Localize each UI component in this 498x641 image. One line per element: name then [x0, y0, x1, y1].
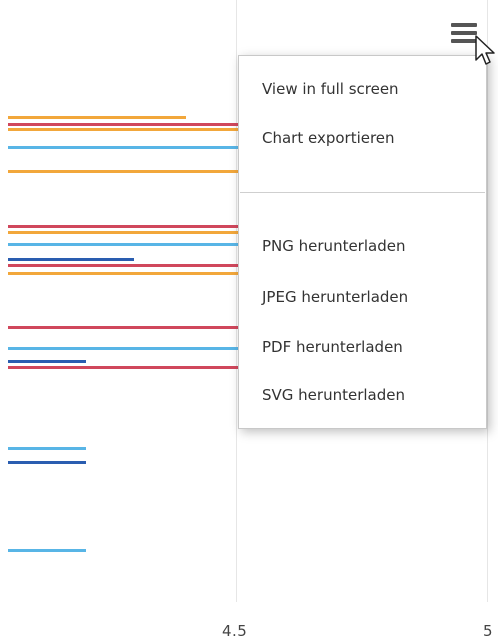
bar-red-9 — [8, 264, 238, 267]
bar-darkblue-8 — [8, 258, 134, 261]
gridline-5 — [487, 0, 488, 602]
menu-item-png-download[interactable]: PNG herunterladen — [262, 237, 405, 255]
hamburger-menu-icon-line — [451, 23, 477, 27]
menu-item-jpeg-download[interactable]: JPEG herunterladen — [262, 288, 408, 306]
bar-darkblue-13 — [8, 360, 86, 363]
bar-red-11 — [8, 326, 238, 329]
chart-context-menu: View in full screen Chart exportieren PN… — [238, 55, 487, 429]
menu-item-pdf-download[interactable]: PDF herunterladen — [262, 338, 403, 356]
menu-item-chart-export[interactable]: Chart exportieren — [262, 129, 395, 147]
menu-separator — [240, 192, 485, 193]
bar-red-1 — [8, 123, 238, 126]
menu-item-view-full-screen[interactable]: View in full screen — [262, 80, 399, 98]
bar-lightblue-17 — [8, 549, 86, 552]
menu-item-svg-download[interactable]: SVG herunterladen — [262, 386, 405, 404]
x-tick-label-4-5: 4.5 — [222, 622, 248, 640]
x-tick-label-5: 5 — [483, 622, 494, 640]
bar-orange-10 — [8, 272, 238, 275]
bar-lightblue-12 — [8, 347, 238, 350]
bar-lightblue-3 — [8, 146, 238, 149]
gridline-4-5 — [236, 0, 237, 602]
bar-darkblue-16 — [8, 461, 86, 464]
mouse-pointer-icon — [475, 35, 495, 65]
bar-orange-2 — [8, 128, 238, 131]
bar-lightblue-15 — [8, 447, 86, 450]
bar-orange-0 — [8, 116, 186, 119]
bar-orange-6 — [8, 231, 238, 234]
bar-red-5 — [8, 225, 238, 228]
bar-orange-4 — [8, 170, 238, 173]
bar-lightblue-7 — [8, 243, 238, 246]
bar-red-14 — [8, 366, 238, 369]
